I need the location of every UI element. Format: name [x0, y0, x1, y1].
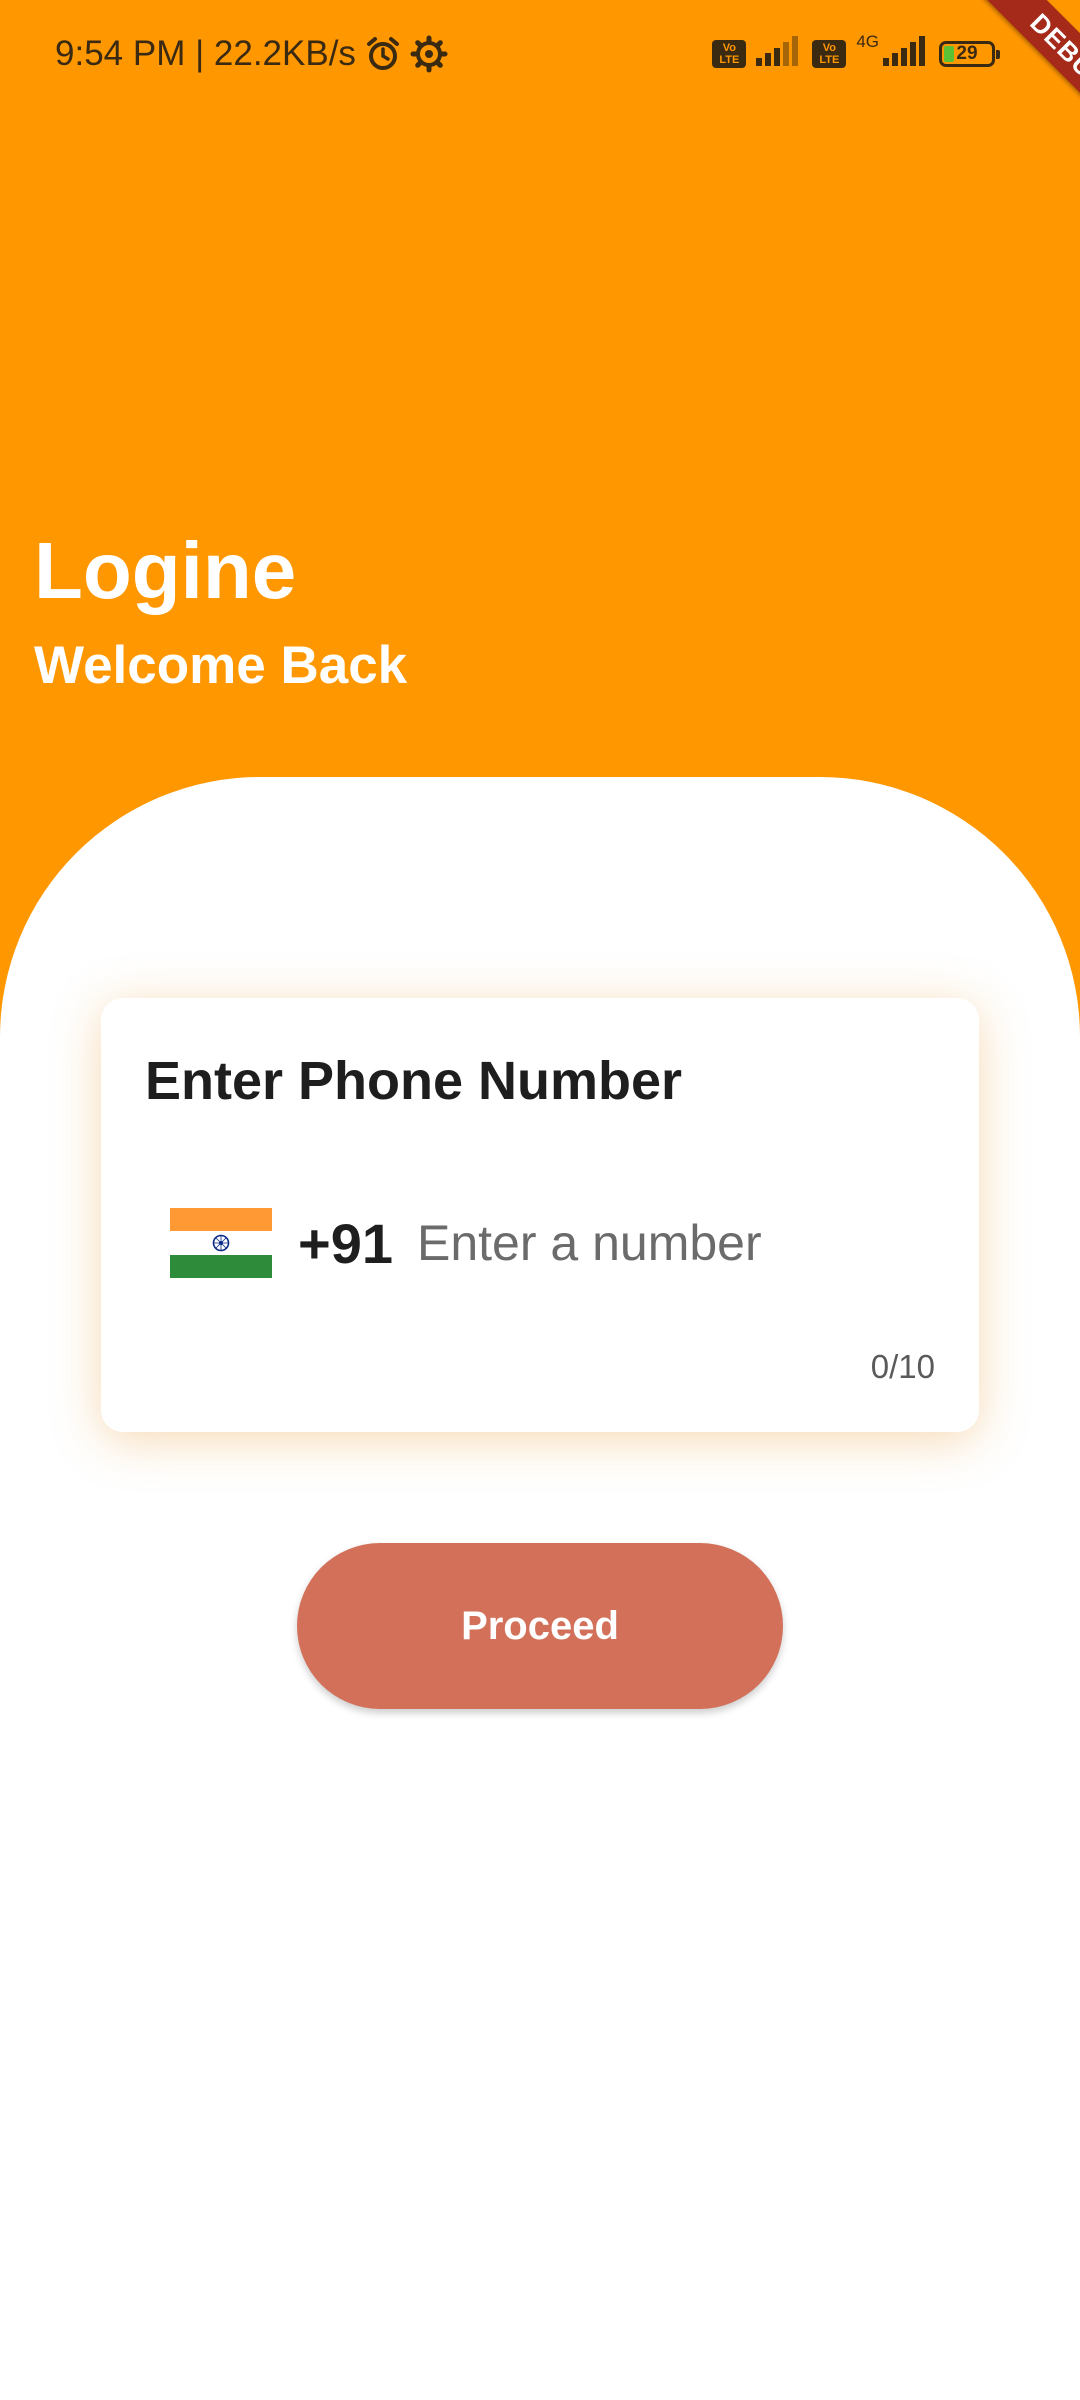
page-subtitle: Welcome Back — [34, 636, 408, 695]
proceed-button[interactable]: Proceed — [297, 1543, 783, 1709]
page-title: Logine — [34, 526, 297, 615]
phone-number-input[interactable] — [417, 1214, 857, 1272]
alarm-icon — [364, 35, 402, 73]
india-flag-icon[interactable] — [170, 1208, 272, 1278]
character-counter: 0/10 — [870, 1348, 935, 1385]
debug-banner: DEBUG — [920, 0, 1080, 160]
ashoka-chakra-icon — [212, 1234, 230, 1252]
status-left: 9:54 PM | 22.2KB/s — [55, 34, 448, 74]
settings-gear-icon — [410, 35, 448, 73]
network-type: 4G — [856, 31, 879, 51]
volte-badge-1: Vo LTE — [712, 39, 747, 68]
status-time-speed: 9:54 PM | 22.2KB/s — [55, 34, 356, 73]
phone-number-card: Enter Phone Number +91 0/10 — [101, 998, 979, 1432]
card-title: Enter Phone Number — [145, 1051, 683, 1111]
signal-icon — [756, 36, 802, 71]
country-dial-code[interactable]: +91 — [298, 1211, 393, 1276]
phone-input-row: +91 — [170, 1208, 950, 1278]
status-bar: 9:54 PM | 22.2KB/s Vo LTE Vo LTE 4G 29 — [0, 0, 1080, 118]
debug-label: DEBUG — [963, 0, 1080, 160]
volte-badge-2: Vo LTE — [812, 39, 847, 68]
